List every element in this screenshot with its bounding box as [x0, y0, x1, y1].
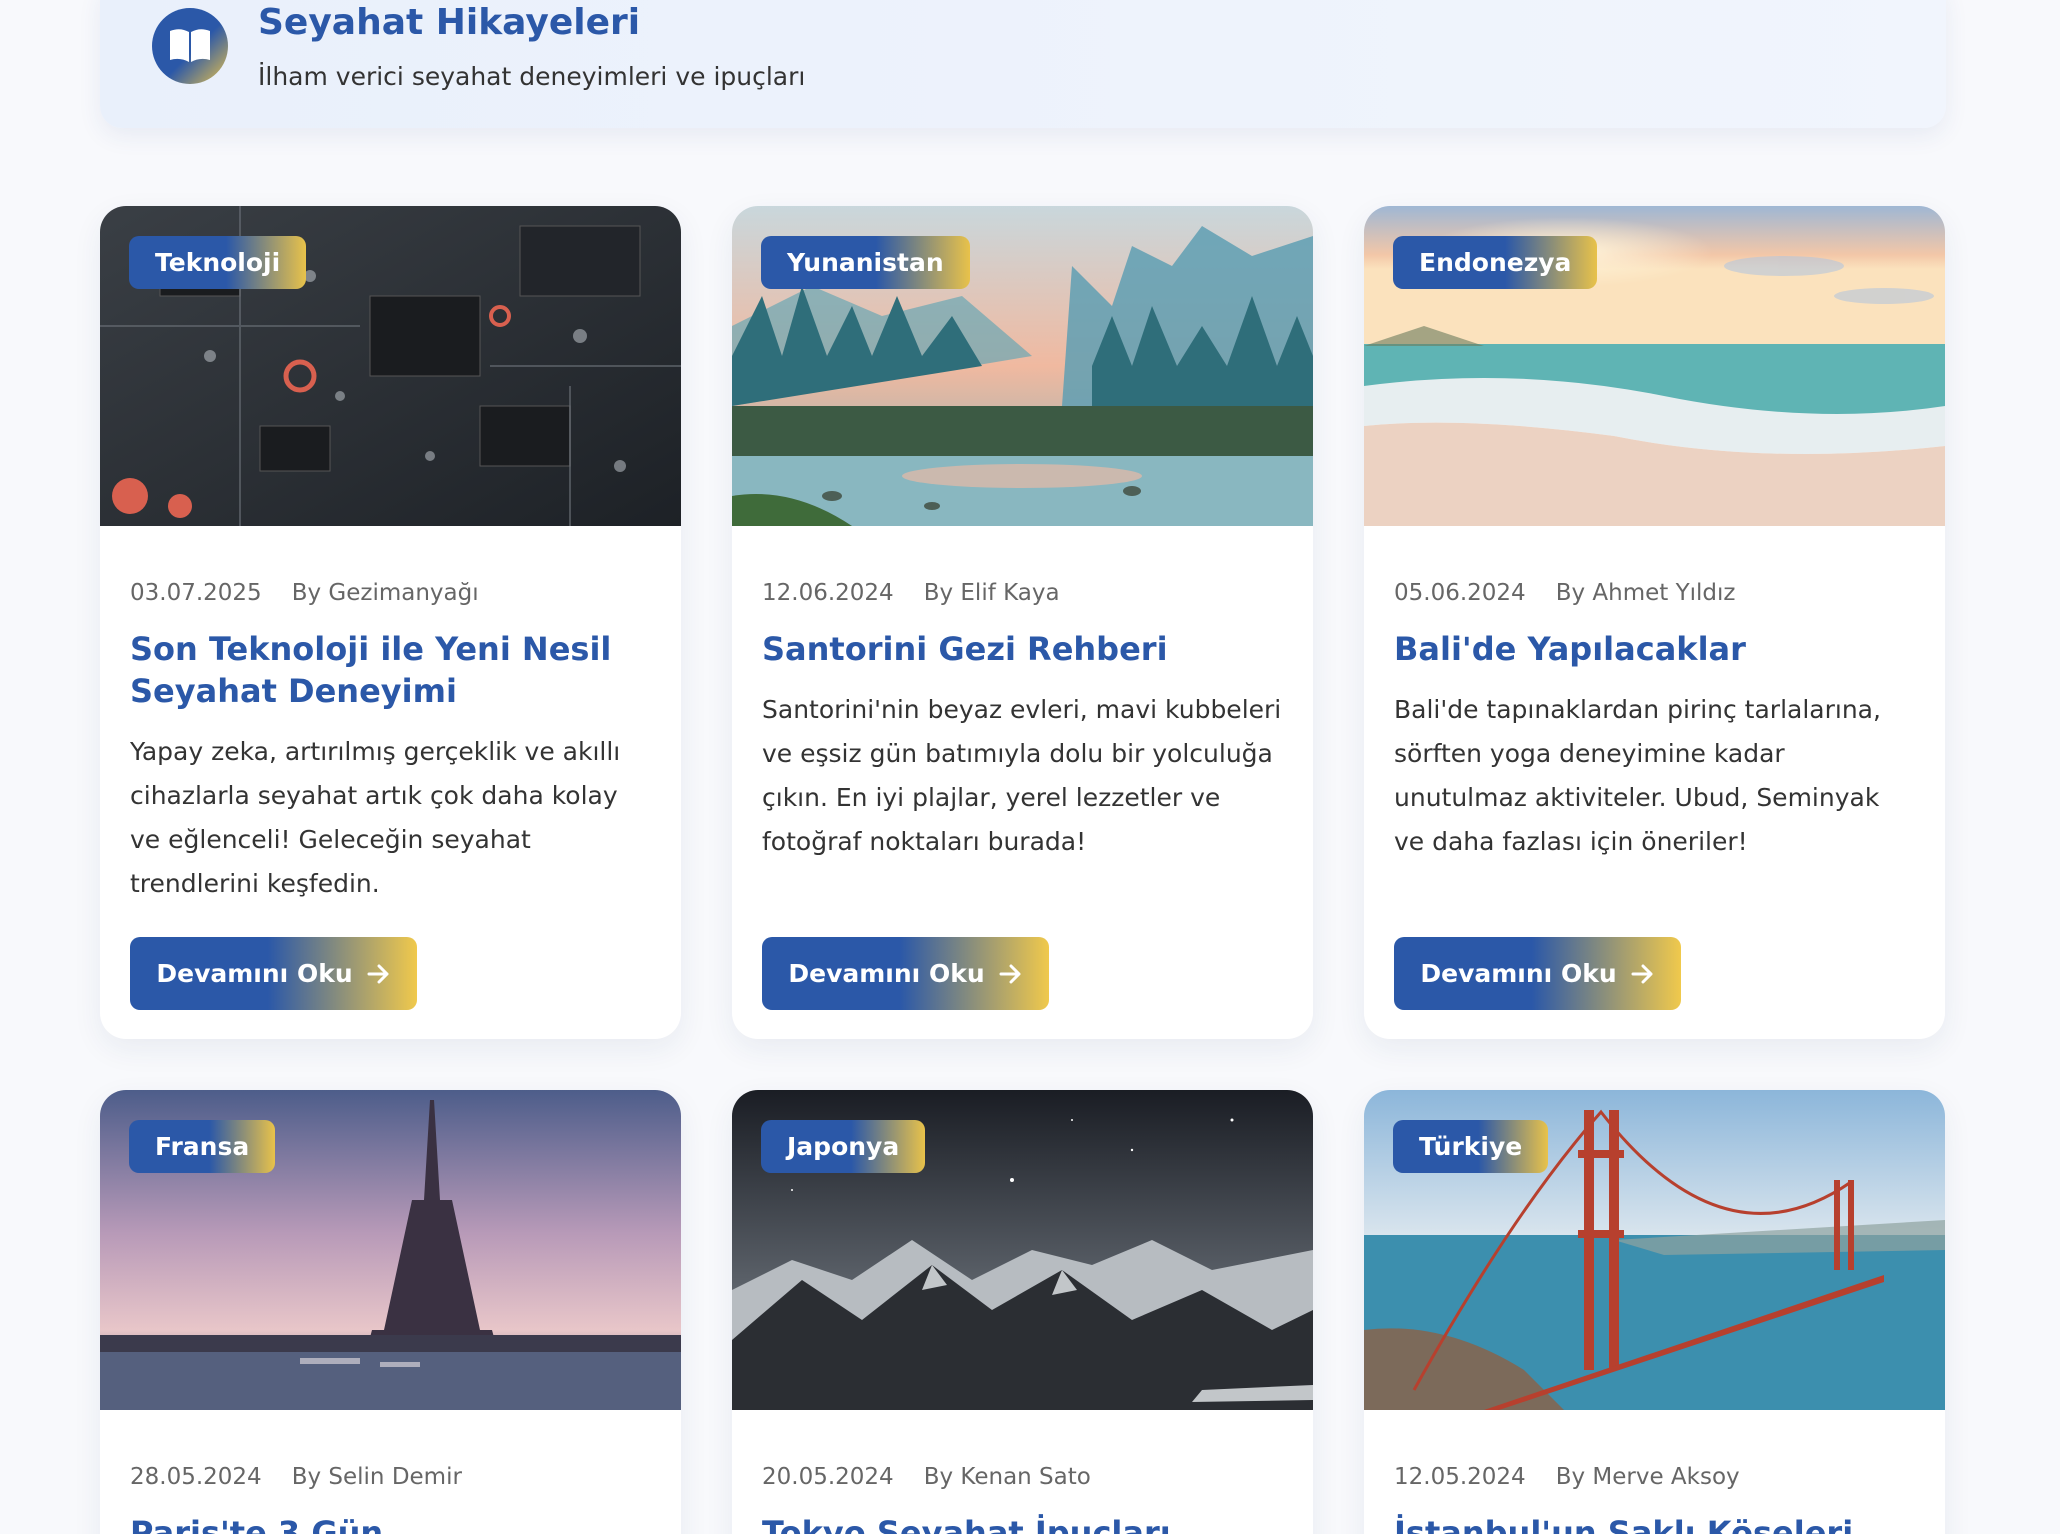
card-image-eiffel[interactable]: Fransa: [100, 1090, 681, 1410]
read-more-label: Devamını Oku: [788, 959, 985, 988]
read-more-button[interactable]: Devamını Oku: [762, 937, 1049, 1010]
card-image-forest[interactable]: Yunanistan: [732, 206, 1313, 526]
card-date: 03.07.2025: [130, 580, 262, 606]
blog-card[interactable]: Japonya 20.05.2024 By Kenan Sato Tokyo S…: [732, 1090, 1313, 1534]
card-date: 28.05.2024: [130, 1464, 262, 1490]
blog-card[interactable]: Fransa 28.05.2024 By Selin Demir Paris't…: [100, 1090, 681, 1534]
category-badge: Türkiye: [1393, 1120, 1549, 1173]
card-author: By Kenan Sato: [923, 1464, 1091, 1490]
arrow-right-icon: [367, 964, 389, 983]
card-author: By Selin Demir: [291, 1464, 462, 1490]
card-image-bridge[interactable]: Türkiye: [1364, 1090, 1945, 1410]
category-badge: Yunanistan: [761, 236, 970, 289]
card-image-circuit[interactable]: Teknoloji: [100, 206, 681, 526]
card-title[interactable]: Son Teknoloji ile Yeni Nesil Seyahat Den…: [130, 628, 651, 712]
card-excerpt: Santorini'nin beyaz evleri, mavi kubbele…: [762, 695, 1282, 856]
card-date: 20.05.2024: [762, 1464, 894, 1490]
card-title[interactable]: Tokyo Seyahat İpuçları: [762, 1512, 1283, 1534]
card-meta: 20.05.2024 By Kenan Sato: [762, 1464, 1283, 1490]
card-excerpt: Yapay zeka, artırılmış gerçeklik ve akıl…: [130, 737, 621, 898]
card-meta: 28.05.2024 By Selin Demir: [130, 1464, 651, 1490]
blog-card[interactable]: Yunanistan 12.06.2024 By Elif Kaya Santo…: [732, 206, 1313, 1039]
card-author: By Elif Kaya: [923, 580, 1060, 606]
card-date: 12.05.2024: [1394, 1464, 1526, 1490]
card-date: 12.06.2024: [762, 580, 894, 606]
arrow-right-icon: [999, 964, 1021, 983]
card-author: By Merve Aksoy: [1555, 1464, 1740, 1490]
category-badge: Fransa: [129, 1120, 276, 1173]
arrow-right-icon: [1631, 964, 1653, 983]
category-badge: Japonya: [761, 1120, 926, 1173]
card-title[interactable]: Santorini Gezi Rehberi: [762, 628, 1283, 670]
read-more-button[interactable]: Devamını Oku: [130, 937, 417, 1010]
blog-header: Seyahat Hikayeleri İlham verici seyahat …: [100, 0, 1946, 128]
blog-card[interactable]: Teknoloji 03.07.2025 By Gezimanyağı Son …: [100, 206, 681, 1039]
card-meta: 12.06.2024 By Elif Kaya: [762, 580, 1283, 606]
card-author: By Ahmet Yıldız: [1555, 580, 1736, 606]
card-author: By Gezimanyağı: [291, 580, 479, 606]
card-meta: 03.07.2025 By Gezimanyağı: [130, 580, 651, 606]
card-title[interactable]: Paris'te 3 Gün: [130, 1512, 651, 1534]
blog-card[interactable]: Türkiye 12.05.2024 By Merve Aksoy İstanb…: [1364, 1090, 1945, 1534]
blog-page: Seyahat Hikayeleri İlham verici seyahat …: [0, 0, 2060, 1534]
book-icon: [152, 8, 228, 84]
category-badge: Teknoloji: [129, 236, 307, 289]
card-title[interactable]: İstanbul'un Saklı Köşeleri: [1394, 1512, 1915, 1534]
card-meta: 05.06.2024 By Ahmet Yıldız: [1394, 580, 1915, 606]
read-more-button[interactable]: Devamını Oku: [1394, 937, 1681, 1010]
card-meta: 12.05.2024 By Merve Aksoy: [1394, 1464, 1915, 1490]
blog-card[interactable]: Endonezya 05.06.2024 By Ahmet Yıldız Bal…: [1364, 206, 1945, 1039]
card-image-mountains[interactable]: Japonya: [732, 1090, 1313, 1410]
page-subtitle: İlham verici seyahat deneyimleri ve ipuç…: [258, 62, 806, 91]
card-date: 05.06.2024: [1394, 580, 1526, 606]
read-more-label: Devamını Oku: [1420, 959, 1617, 988]
category-badge: Endonezya: [1393, 236, 1598, 289]
card-image-beach[interactable]: Endonezya: [1364, 206, 1945, 526]
read-more-label: Devamını Oku: [156, 959, 353, 988]
card-title[interactable]: Bali'de Yapılacaklar: [1394, 628, 1915, 670]
page-title: Seyahat Hikayeleri: [258, 2, 641, 43]
card-excerpt: Bali'de tapınaklardan pirinç tarlalarına…: [1394, 695, 1881, 856]
